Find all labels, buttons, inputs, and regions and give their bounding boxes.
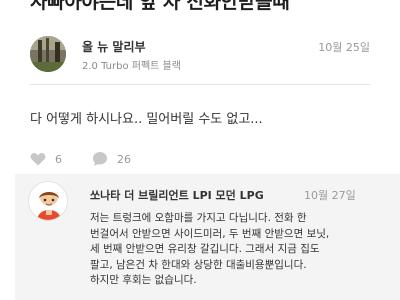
- comment-line: 번걸어서 안받으면 사이드미러, 두 번째 안받으면 보닛,: [90, 227, 330, 240]
- comment-date: 10월 27일: [304, 189, 356, 202]
- divider: [30, 84, 370, 85]
- author-car-model: 2.0 Turbo 퍼펙트 블랙: [82, 61, 181, 72]
- cartoon-face-icon: [29, 182, 67, 220]
- comment-line: 세 번째 안받으면 유리창 갈깁니다. 그래서 지금 집도: [90, 243, 320, 255]
- like-count: 6: [55, 152, 62, 166]
- post-body: 다 어떻게 하시나요.. 밀어버릴 수도 없고...: [30, 112, 263, 127]
- commenter-name[interactable]: 쏘나타 더 브릴리언트 LPI 모던 LPG: [90, 187, 264, 203]
- comment-line: 저는 트렁크에 오함마를 가지고 다닙니다. 전화 한: [90, 212, 307, 224]
- comment-body: 저는 트렁크에 오함마를 가지고 다닙니다. 전화 한 번걸어서 안받으면 사이…: [90, 211, 390, 289]
- like-stat[interactable]: 6: [30, 152, 62, 166]
- heart-icon: [30, 153, 46, 166]
- commenter-avatar[interactable]: [28, 181, 68, 221]
- author-name[interactable]: 올 뉴 말리부: [82, 38, 146, 55]
- comment-stat[interactable]: 26: [92, 151, 131, 167]
- post-stats: 6 26: [30, 150, 161, 168]
- forest-photo-icon: [30, 36, 66, 72]
- comment-line: 하지만 후회는 없습니다.: [90, 274, 197, 286]
- post-title-area: 사빠아야는데 앞 차 전화안받을때: [0, 0, 400, 14]
- post-header: 올 뉴 말리부 2.0 Turbo 퍼펙트 블랙 10월 25일: [30, 36, 370, 74]
- comment-count: 26: [117, 152, 131, 166]
- comment-line: 팔고, 남은건 차 한대와 상당한 대출비용뿐입니다.: [90, 258, 307, 271]
- author-avatar[interactable]: [30, 36, 66, 72]
- post-date: 10월 25일: [318, 41, 370, 54]
- speech-bubble-icon: [93, 152, 107, 166]
- post-title: 사빠아야는데 앞 차 전화안받을때: [30, 0, 290, 13]
